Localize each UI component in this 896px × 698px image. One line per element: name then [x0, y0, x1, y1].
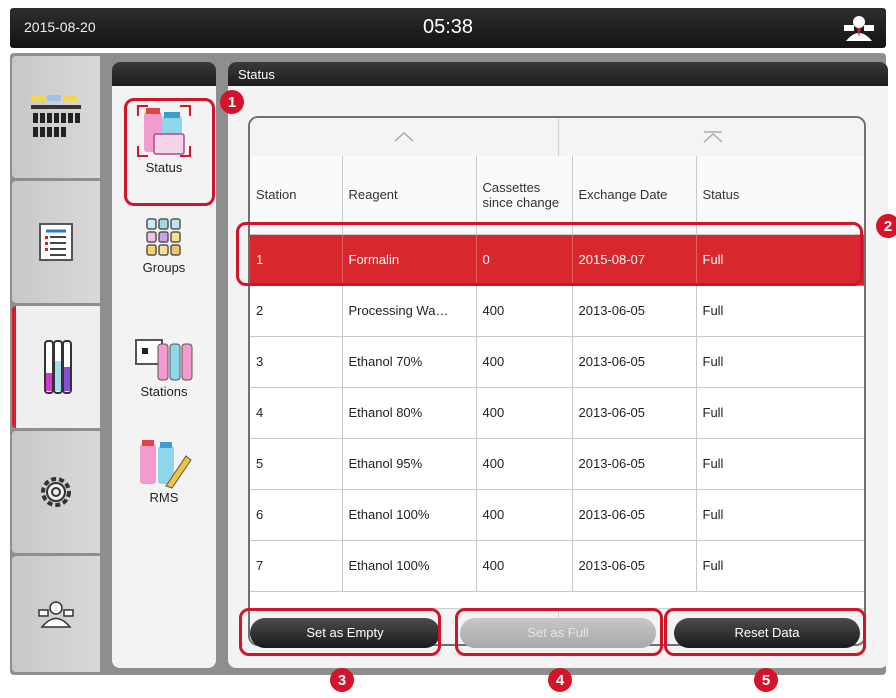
- station-cell: 5: [250, 438, 343, 490]
- callout-reset-highlight: [664, 608, 866, 656]
- user-icon[interactable]: [842, 13, 876, 43]
- cassettes-cell: 400: [476, 438, 573, 490]
- groups-icon: [146, 218, 181, 256]
- scroll-up-button[interactable]: [250, 118, 558, 156]
- cassettes-cell: 400: [476, 489, 573, 541]
- station-cell: 7: [250, 540, 343, 592]
- cassettes-cell: 400: [476, 540, 573, 592]
- submenu-label-rms: RMS: [149, 490, 179, 505]
- station-cell: 2: [250, 285, 343, 337]
- submenu-item-rms[interactable]: RMS: [112, 436, 216, 505]
- stations-icon: [135, 339, 193, 381]
- reagent-bottles-icon: [44, 340, 72, 394]
- main-navigation: [12, 56, 100, 672]
- nav-dashboard-tab[interactable]: [12, 56, 100, 178]
- reagent-cell: Ethanol 70%: [342, 336, 477, 388]
- date-cell: 2013-06-05: [572, 285, 697, 337]
- table-row[interactable]: 3 Ethanol 70% 400 2013-06-05 Full: [250, 336, 864, 388]
- status-cell: Full: [696, 285, 864, 337]
- submenu-label-stations: Stations: [140, 384, 188, 399]
- date-cell: 2013-06-05: [572, 540, 697, 592]
- system-time: 05:38: [422, 16, 474, 38]
- status-cell: Full: [696, 387, 864, 439]
- submenu-header: [112, 62, 216, 86]
- supervisor-icon: [38, 601, 74, 628]
- chevron-up-icon: [394, 131, 414, 142]
- callout-marker-5: 5: [754, 668, 778, 692]
- status-cell: Full: [696, 438, 864, 490]
- callout-empty-highlight: [239, 608, 441, 656]
- status-cell: Full: [696, 489, 864, 541]
- nav-settings-tab[interactable]: [12, 431, 100, 553]
- station-cell: 6: [250, 489, 343, 541]
- cassettes-cell: 400: [476, 387, 573, 439]
- table-top-scroll: [250, 118, 864, 156]
- reagent-cell: Processing Wa…: [342, 285, 477, 337]
- date-cell: 2013-06-05: [572, 336, 697, 388]
- rms-icon: [140, 440, 192, 489]
- submenu-item-groups[interactable]: Groups: [112, 216, 216, 275]
- station-table-container: Station Reagent Cassettes since change E…: [248, 116, 866, 646]
- nav-programs-tab[interactable]: [12, 181, 100, 303]
- reagent-cell: Ethanol 100%: [342, 540, 477, 592]
- callout-marker-3: 3: [330, 668, 354, 692]
- cassettes-cell: 400: [476, 285, 573, 337]
- date-cell: 2013-06-05: [572, 438, 697, 490]
- callout-full-highlight: [455, 608, 663, 656]
- nav-user-tab[interactable]: [12, 556, 100, 672]
- date-cell: 2013-06-05: [572, 489, 697, 541]
- table-row[interactable]: 2 Processing Wa… 400 2013-06-05 Full: [250, 285, 864, 337]
- reagent-cell: Ethanol 80%: [342, 387, 477, 439]
- status-cell: Full: [696, 336, 864, 388]
- reagent-cell: Ethanol 95%: [342, 438, 477, 490]
- scroll-top-button[interactable]: [558, 118, 864, 156]
- scroll-to-top-icon: [703, 131, 722, 143]
- panel-header: Status: [228, 62, 888, 86]
- table-row[interactable]: 7 Ethanol 100% 400 2013-06-05 Full: [250, 540, 864, 592]
- date-cell: 2013-06-05: [572, 387, 697, 439]
- top-status-bar: 2015-08-20 05:38: [10, 8, 886, 48]
- callout-marker-1: 1: [220, 90, 244, 114]
- cassettes-cell: 400: [476, 336, 573, 388]
- submenu-item-stations[interactable]: Stations: [112, 334, 216, 399]
- callout-marker-4: 4: [548, 668, 572, 692]
- table-row[interactable]: 5 Ethanol 95% 400 2013-06-05 Full: [250, 438, 864, 490]
- nav-reagents-tab[interactable]: [12, 306, 100, 428]
- program-list-icon: [39, 223, 73, 261]
- panel-title: Status: [238, 67, 275, 82]
- status-cell: Full: [696, 540, 864, 592]
- table-row[interactable]: 4 Ethanol 80% 400 2013-06-05 Full: [250, 387, 864, 439]
- status-panel: Status Station Reagent Cassettes since c…: [228, 62, 888, 668]
- station-cell: 4: [250, 387, 343, 439]
- reagent-cell: Ethanol 100%: [342, 489, 477, 541]
- dashboard-icon: [31, 95, 81, 137]
- callout-row-highlight: [236, 222, 863, 286]
- gear-icon: [41, 477, 71, 507]
- table-row[interactable]: 6 Ethanol 100% 400 2013-06-05 Full: [250, 489, 864, 541]
- callout-status-highlight: [124, 98, 215, 206]
- station-cell: 3: [250, 336, 343, 388]
- submenu-label-groups: Groups: [142, 260, 186, 275]
- callout-marker-2: 2: [876, 214, 896, 238]
